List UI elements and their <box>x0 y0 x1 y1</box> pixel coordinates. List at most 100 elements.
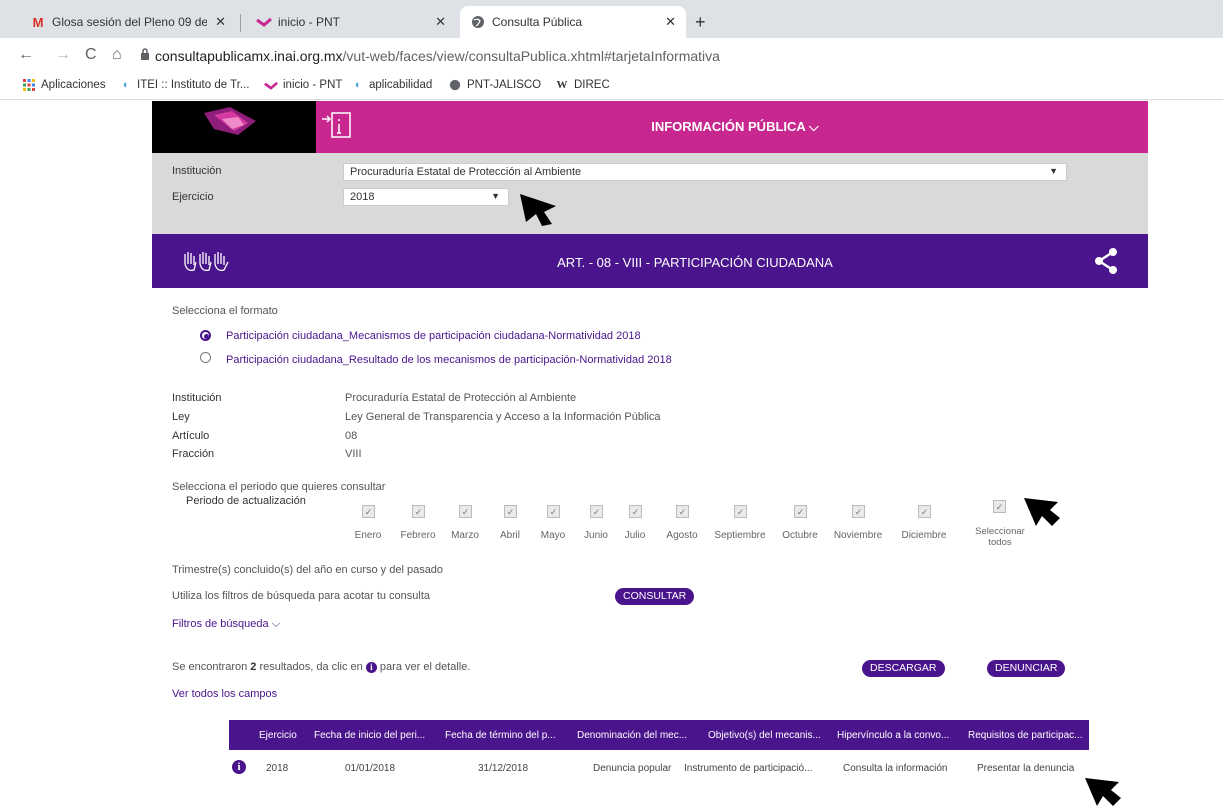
detail-value: Procuraduría Estatal de Protección al Am… <box>345 392 577 404</box>
consultar-button[interactable]: CONSULTAR <box>615 588 695 605</box>
gmail-icon: M <box>32 14 44 30</box>
info-publica-banner: INFORMACIÓN PÚBLICA ⌵ <box>152 101 1148 153</box>
ver-todos-link[interactable]: Ver todos los campos <box>172 688 277 700</box>
section-header: ART. - 08 - VIII - PARTICIPACIÓN CIUDADA… <box>152 234 1148 288</box>
section-title: ART. - 08 - VIII - PARTICIPACIÓN CIUDADA… <box>557 255 833 270</box>
column-header[interactable]: Fecha de inicio del peri... <box>314 730 425 741</box>
tab-title: inicio - PNT <box>278 15 341 29</box>
descargar-button[interactable]: DESCARGAR <box>862 660 945 677</box>
month-checkbox[interactable]: ✓ <box>459 505 472 518</box>
address-bar-row: ← → C ⌂ consultapublicamx.inai.org.mx/vu… <box>0 38 1223 74</box>
column-header[interactable]: Fecha de término del p... <box>445 730 556 741</box>
bookmark-apps[interactable]: Aplicaciones <box>22 79 106 91</box>
period-prompt: Selecciona el periodo que quieres consul… <box>172 481 386 493</box>
month-checkbox[interactable]: ✓ <box>412 505 425 518</box>
format-radio-2[interactable] <box>200 352 211 363</box>
table-cell: Presentar la denuncia <box>977 763 1075 774</box>
table-cell: 2018 <box>266 763 289 774</box>
format-option-1[interactable]: Participación ciudadana_Mecanismos de pa… <box>226 330 641 342</box>
month-label: Septiembre <box>714 530 766 541</box>
bookmark-pnt[interactable]: inicio - PNT <box>264 79 342 91</box>
tab-pnt[interactable]: inicio - PNT ✕ <box>246 6 456 38</box>
format-prompt: Selecciona el formato <box>172 305 278 317</box>
column-header[interactable]: Objetivo(s) del mecanis... <box>708 730 821 741</box>
bookmark-pnt-jalisco[interactable]: PNT-JALISCO <box>448 79 541 91</box>
tab-divider <box>240 14 241 32</box>
select-all-checkbox[interactable]: ✓ <box>993 500 1006 513</box>
trimestre-note: Trimestre(s) concluido(s) del año en cur… <box>172 564 444 576</box>
tab-gmail[interactable]: M Glosa sesión del Pleno 09 de sep ✕ <box>20 6 236 38</box>
table-cell: Denuncia popular <box>593 763 672 774</box>
itei-icon: ◖ <box>353 79 361 91</box>
table-cell: 31/12/2018 <box>478 763 529 774</box>
detail-label: Ley <box>172 411 190 423</box>
detail-label: Institución <box>172 392 222 404</box>
info-icon: i <box>365 662 377 673</box>
month-checkbox[interactable]: ✓ <box>362 505 375 518</box>
denunciar-button[interactable]: DENUNCIAR <box>987 660 1066 677</box>
column-header[interactable]: Denominación del mec... <box>577 730 687 741</box>
close-icon[interactable]: ✕ <box>215 14 226 30</box>
bookmark-aplicabilidad[interactable]: ◖ aplicabilidad <box>350 79 433 91</box>
detail-label: Artículo <box>172 430 210 442</box>
lock-icon <box>141 48 149 60</box>
bookmark-itei[interactable]: ◖ ITEI :: Instituto de Tr... <box>118 79 250 91</box>
detail-label: Fracción <box>172 448 215 460</box>
forward-icon[interactable]: → <box>55 46 71 64</box>
month-label: Agosto <box>666 530 698 541</box>
row-detail-info-icon[interactable]: i <box>232 760 246 774</box>
banner-title[interactable]: INFORMACIÓN PÚBLICA ⌵ <box>152 119 1148 135</box>
month-checkbox[interactable]: ✓ <box>918 505 931 518</box>
filtros-busqueda-link[interactable]: Filtros de búsqueda ⌵ <box>172 618 280 631</box>
caret-down-icon: ▼ <box>491 191 500 201</box>
ejercicio-select[interactable]: 2018 ▼ <box>343 188 509 206</box>
month-checkbox[interactable]: ✓ <box>590 505 603 518</box>
tab-consulta-publica[interactable]: Consulta Pública ✕ <box>460 6 686 38</box>
ejercicio-label: Ejercicio <box>172 191 214 203</box>
close-icon[interactable]: ✕ <box>435 14 446 30</box>
globe-icon <box>470 15 486 29</box>
month-checkbox[interactable]: ✓ <box>852 505 865 518</box>
wikipedia-icon: W <box>556 79 568 91</box>
column-header[interactable]: Ejercicio <box>259 730 297 741</box>
table-cell: 01/01/2018 <box>345 763 396 774</box>
month-label: Diciembre <box>901 530 947 541</box>
new-tab-button[interactable]: + <box>695 12 706 33</box>
month-label: Noviembre <box>833 530 883 541</box>
consulta-informacion-link[interactable]: Consulta la información <box>843 763 948 774</box>
reload-icon[interactable]: C <box>85 46 97 64</box>
month-checkbox[interactable]: ✓ <box>734 505 747 518</box>
home-icon[interactable]: ⌂ <box>112 46 122 64</box>
column-header[interactable]: Hipervínculo a la convo... <box>837 730 949 741</box>
chevron-down-icon: ⌵ <box>271 618 281 630</box>
browser-tab-bar: M Glosa sesión del Pleno 09 de sep ✕ ini… <box>0 0 1223 38</box>
pointer-arrow-icon <box>1024 498 1060 526</box>
tab-title: Consulta Pública <box>492 15 583 29</box>
month-checkbox[interactable]: ✓ <box>547 505 560 518</box>
url-field[interactable]: consultapublicamx.inai.org.mx/vut-web/fa… <box>155 48 720 64</box>
format-option-2[interactable]: Participación ciudadana_Resultado de los… <box>226 354 672 366</box>
format-radio-1[interactable] <box>200 330 211 341</box>
globe-icon <box>448 79 462 91</box>
select-all-label: Seleccionar todos <box>975 526 1025 548</box>
bookmark-direc[interactable]: W DIREC <box>555 79 610 91</box>
itei-icon: ◖ <box>121 79 129 91</box>
caret-down-icon: ▼ <box>1049 166 1058 176</box>
close-icon[interactable]: ✕ <box>665 14 676 30</box>
tab-title: Glosa sesión del Pleno 09 de sep <box>52 15 208 29</box>
month-checkbox[interactable]: ✓ <box>504 505 517 518</box>
pointer-arrow-icon <box>1085 778 1121 806</box>
pnt-icon <box>256 15 272 29</box>
institucion-select[interactable]: Procuraduría Estatal de Protección al Am… <box>343 163 1067 181</box>
back-icon[interactable]: ← <box>18 46 34 64</box>
month-checkbox[interactable]: ✓ <box>676 505 689 518</box>
column-header[interactable]: Requisitos de participac... <box>968 730 1083 741</box>
share-icon[interactable] <box>1094 248 1118 277</box>
pointer-arrow-icon <box>520 194 556 226</box>
month-checkbox[interactable]: ✓ <box>794 505 807 518</box>
bookmarks-bar: Aplicaciones ◖ ITEI :: Instituto de Tr...… <box>0 74 1223 100</box>
results-summary: Se encontraron 2 resultados, da clic en … <box>172 661 471 673</box>
filters-panel: Institución Procuraduría Estatal de Prot… <box>152 153 1148 234</box>
month-label: Octubre <box>782 530 818 541</box>
month-checkbox[interactable]: ✓ <box>629 505 642 518</box>
